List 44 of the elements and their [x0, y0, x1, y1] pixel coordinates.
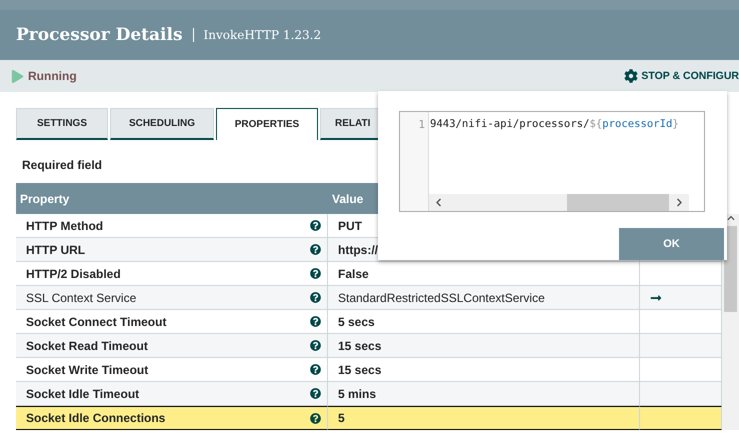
tab[interactable]: SCHEDULING — [110, 108, 214, 140]
scroll-right-icon[interactable] — [675, 198, 684, 207]
value-cell[interactable]: StandardRestrictedSSLContextService — [328, 286, 640, 310]
property-cell[interactable]: Socket Idle Connections — [16, 406, 328, 430]
property-cell[interactable]: HTTP URL — [16, 238, 328, 262]
value-cell[interactable]: 15 secs — [328, 358, 640, 382]
property-cell[interactable]: Socket Idle Timeout — [16, 382, 328, 406]
line-number: 1 — [418, 117, 426, 131]
value-cell[interactable]: 15 secs — [328, 334, 640, 358]
value-cell[interactable]: False — [328, 262, 640, 286]
help-icon[interactable] — [310, 340, 321, 351]
processor-type: InvokeHTTP 1.23.2 — [204, 28, 322, 42]
help-icon[interactable] — [310, 220, 321, 231]
tab[interactable]: PROPERTIES — [216, 108, 318, 140]
help-icon[interactable] — [310, 412, 321, 424]
run-status: Running — [28, 69, 77, 83]
scroll-up-icon[interactable] — [726, 214, 734, 222]
property-cell[interactable]: Socket Read Timeout — [16, 334, 328, 358]
scroll-left-icon[interactable] — [434, 198, 443, 207]
value-cell[interactable]: 5 — [328, 406, 640, 430]
help-icon[interactable] — [310, 268, 321, 279]
code-line: 9443/nifi-api/processors/${processorId} — [429, 117, 680, 130]
tab[interactable]: SETTINGS — [16, 108, 108, 140]
scrollbar[interactable] — [722, 214, 739, 430]
property-cell[interactable]: HTTP/2 Disabled — [16, 262, 328, 286]
value-cell[interactable]: 5 secs — [328, 310, 640, 334]
required-note: Required field — [21, 157, 104, 174]
play-icon — [11, 70, 24, 82]
help-icon[interactable] — [310, 244, 321, 255]
help-icon[interactable] — [310, 364, 321, 375]
code-editor[interactable]: 1 9443/nifi-api/processors/${processorId} — [399, 111, 705, 212]
gear-icon — [624, 69, 638, 83]
dialog-title: Processor Details — [16, 25, 183, 45]
property-cell[interactable]: SSL Context Service — [16, 286, 328, 310]
stop-configure-button[interactable]: STOP & CONFIGUR — [624, 69, 739, 83]
property-cell[interactable]: Socket Write Timeout — [16, 358, 328, 382]
help-icon[interactable] — [310, 388, 321, 399]
property-cell[interactable]: Socket Connect Timeout — [16, 310, 328, 334]
value-cell[interactable]: 5 mins — [328, 382, 640, 406]
help-icon[interactable] — [310, 316, 321, 327]
column-header: Property — [16, 183, 328, 214]
property-cell[interactable]: HTTP Method — [16, 214, 328, 238]
help-icon[interactable] — [310, 292, 321, 303]
horizontal-scrollbar[interactable] — [429, 194, 689, 211]
